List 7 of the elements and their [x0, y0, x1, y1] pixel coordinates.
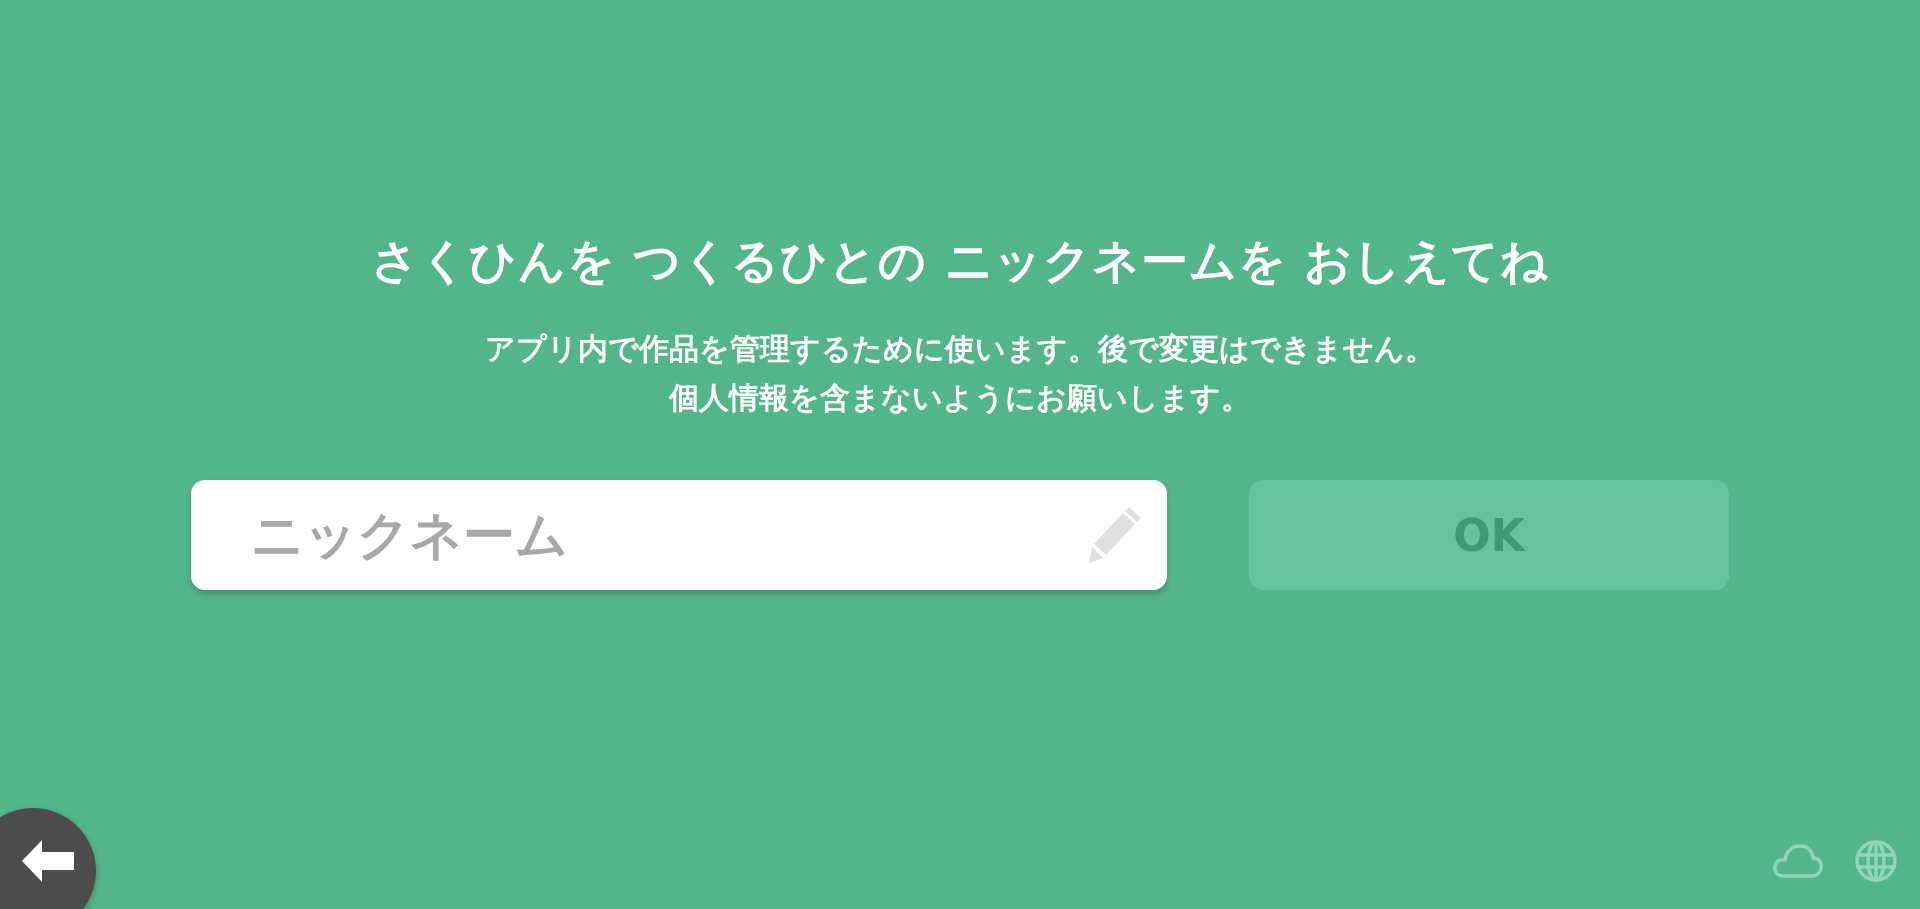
globe-icon[interactable] — [1854, 839, 1898, 883]
back-arrow-icon — [22, 840, 74, 882]
cloud-icon[interactable] — [1772, 843, 1824, 879]
nickname-field[interactable]: ニックネーム — [191, 480, 1167, 590]
pencil-icon — [1089, 505, 1143, 565]
description: アプリ内で作品を管理するために使います。後で変更はできません。 個人情報を含まないようにお願いします。 — [485, 330, 1435, 417]
heading: さくひんを つくるひとの ニックネームを おしえてね — [370, 232, 1550, 290]
